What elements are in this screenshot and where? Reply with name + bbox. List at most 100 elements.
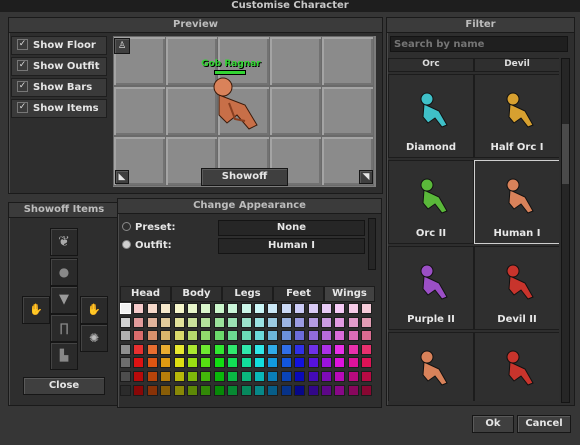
color-swatch[interactable] — [347, 303, 359, 314]
color-swatch[interactable] — [160, 343, 172, 355]
color-swatch[interactable] — [227, 371, 239, 382]
color-swatch[interactable] — [240, 371, 252, 382]
color-swatch[interactable] — [187, 330, 198, 342]
color-swatch[interactable] — [160, 384, 172, 396]
color-swatch[interactable] — [240, 330, 252, 342]
color-swatch[interactable] — [146, 343, 158, 355]
color-swatch[interactable] — [267, 303, 279, 314]
color-swatch[interactable] — [307, 330, 319, 342]
color-swatch[interactable] — [334, 371, 346, 382]
preset-radio[interactable]: Preset: — [122, 221, 176, 233]
color-swatch[interactable] — [213, 357, 225, 369]
color-swatch[interactable] — [321, 343, 332, 355]
color-swatch[interactable] — [187, 343, 198, 355]
color-swatch[interactable] — [334, 303, 346, 314]
showoff-button[interactable]: Showoff — [201, 168, 288, 186]
filter-scrollbar[interactable] — [561, 58, 570, 403]
cancel-button[interactable]: Cancel — [517, 415, 571, 433]
color-swatch[interactable] — [200, 357, 212, 369]
color-swatch[interactable] — [227, 357, 239, 369]
color-swatch[interactable] — [146, 384, 158, 396]
color-swatch[interactable] — [160, 330, 172, 342]
color-swatch[interactable] — [200, 371, 212, 382]
color-swatch[interactable] — [361, 357, 373, 369]
color-swatch[interactable] — [187, 371, 198, 382]
color-swatch[interactable] — [254, 357, 265, 369]
color-swatch[interactable] — [347, 371, 359, 382]
color-swatch[interactable] — [280, 316, 292, 328]
appearance-scrollbar[interactable] — [368, 218, 376, 270]
color-swatch[interactable] — [361, 343, 373, 355]
color-swatch[interactable] — [321, 357, 332, 369]
color-swatch[interactable] — [334, 316, 346, 328]
color-swatch[interactable] — [267, 316, 279, 328]
outfit-radio[interactable]: Outfit: — [122, 239, 172, 251]
color-swatch[interactable] — [227, 316, 239, 328]
color-swatch[interactable] — [133, 384, 145, 396]
show-floor-checkbox[interactable]: ✓ Show Floor — [11, 36, 107, 55]
color-swatch[interactable] — [213, 384, 225, 396]
preset-select[interactable]: None — [218, 220, 365, 236]
show-items-checkbox[interactable]: ✓ Show Items — [11, 99, 107, 118]
color-swatch[interactable] — [120, 303, 131, 314]
color-swatch[interactable] — [213, 316, 225, 328]
color-swatch[interactable] — [321, 316, 332, 328]
color-swatch[interactable] — [173, 384, 185, 396]
color-swatch[interactable] — [267, 330, 279, 342]
outfit-option[interactable]: Diamond — [388, 74, 474, 158]
tab-feet[interactable]: Feet — [273, 286, 324, 302]
feet-slot[interactable]: ▙ — [50, 342, 78, 370]
color-swatch[interactable] — [294, 330, 306, 342]
color-swatch[interactable] — [120, 343, 131, 355]
legs-slot[interactable]: ∏ — [50, 314, 78, 342]
color-swatch[interactable] — [254, 371, 265, 382]
color-swatch[interactable] — [307, 316, 319, 328]
color-swatch[interactable] — [240, 384, 252, 396]
color-swatch[interactable] — [267, 371, 279, 382]
color-swatch[interactable] — [254, 330, 265, 342]
color-swatch[interactable] — [173, 316, 185, 328]
rotate-right-icon[interactable]: ◥ — [359, 170, 373, 184]
color-swatch[interactable] — [240, 357, 252, 369]
color-swatch[interactable] — [213, 303, 225, 314]
color-swatch[interactable] — [334, 343, 346, 355]
color-swatch[interactable] — [240, 316, 252, 328]
color-swatch[interactable] — [280, 343, 292, 355]
rotate-view-button[interactable]: ♙ — [114, 38, 130, 54]
color-swatch[interactable] — [200, 303, 212, 314]
color-swatch[interactable] — [227, 330, 239, 342]
color-swatch[interactable] — [160, 316, 172, 328]
tab-wings[interactable]: Wings — [324, 286, 375, 302]
color-swatch[interactable] — [146, 303, 158, 314]
color-swatch[interactable] — [361, 330, 373, 342]
color-swatch[interactable] — [294, 316, 306, 328]
head-slot[interactable]: ● — [50, 258, 78, 286]
aura-slot[interactable]: ✺ — [80, 324, 108, 352]
color-swatch[interactable] — [254, 343, 265, 355]
color-swatch[interactable] — [321, 303, 332, 314]
color-swatch[interactable] — [160, 303, 172, 314]
outfit-option[interactable]: Half Orc I — [474, 74, 559, 158]
outfit-option[interactable]: Purple II — [388, 246, 474, 330]
color-swatch[interactable] — [187, 384, 198, 396]
color-swatch[interactable] — [146, 357, 158, 369]
ok-button[interactable]: Ok — [472, 415, 514, 433]
color-swatch[interactable] — [307, 384, 319, 396]
color-swatch[interactable] — [133, 303, 145, 314]
wings-slot[interactable]: ❦ — [50, 228, 78, 256]
rotate-left-icon[interactable]: ◣ — [115, 170, 129, 184]
color-swatch[interactable] — [334, 330, 346, 342]
filter-scroll-thumb[interactable] — [562, 124, 569, 184]
color-swatch[interactable] — [146, 316, 158, 328]
color-swatch[interactable] — [160, 371, 172, 382]
color-swatch[interactable] — [200, 384, 212, 396]
color-swatch[interactable] — [334, 384, 346, 396]
color-swatch[interactable] — [361, 303, 373, 314]
color-swatch[interactable] — [307, 371, 319, 382]
color-swatch[interactable] — [334, 357, 346, 369]
color-swatch[interactable] — [294, 357, 306, 369]
color-swatch[interactable] — [361, 371, 373, 382]
color-swatch[interactable] — [254, 384, 265, 396]
show-outfit-checkbox[interactable]: ✓ Show Outfit — [11, 57, 107, 76]
color-swatch[interactable] — [280, 330, 292, 342]
